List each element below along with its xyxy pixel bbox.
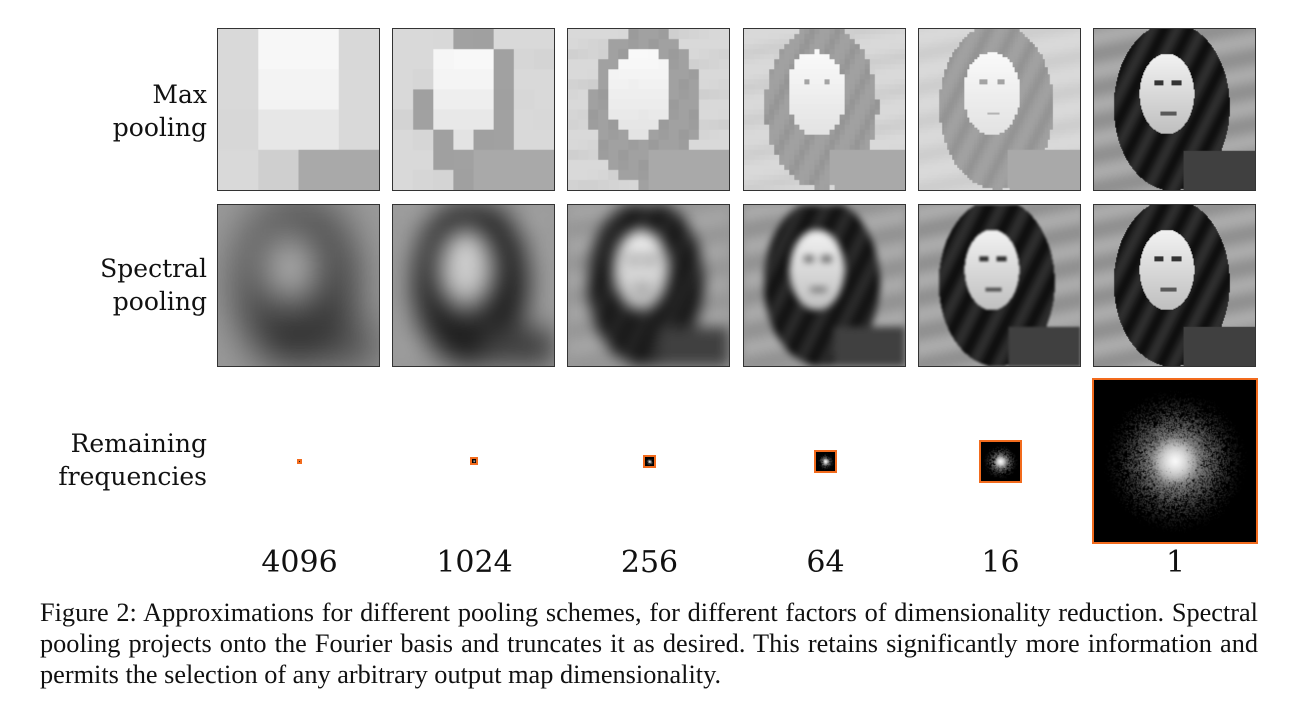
reduction-factor-label: 4096 <box>217 545 382 580</box>
label-line: frequencies <box>58 460 207 493</box>
remaining-frequencies-spectrum <box>814 450 837 473</box>
remaining-frequencies-spectrum <box>470 457 478 465</box>
label-line: Spectral <box>100 252 207 285</box>
row-label-remaining-frequencies: Remaining frequencies <box>58 427 207 493</box>
max-pooling-image <box>217 28 380 191</box>
remaining-frequencies-spectrum <box>643 455 656 468</box>
max-pooling-image <box>743 28 906 191</box>
caption: Figure 2: Approximations for different p… <box>40 597 1258 690</box>
spectral-pooling-image <box>217 204 380 367</box>
label-line: pooling <box>100 285 207 318</box>
spectral-pooling-image <box>1093 204 1256 367</box>
reduction-factor-label: 16 <box>918 545 1083 580</box>
remaining-frequencies-spectrum <box>297 459 302 464</box>
spectral-pooling-image <box>918 204 1081 367</box>
label-line: pooling <box>113 111 207 144</box>
label-line: Max <box>113 78 207 111</box>
max-pooling-image <box>567 28 730 191</box>
row-label-max-pooling: Max pooling <box>113 78 207 144</box>
reduction-factor-label: 256 <box>567 545 732 580</box>
reduction-factor-label: 1024 <box>392 545 557 580</box>
spectral-pooling-image <box>392 204 555 367</box>
max-pooling-image <box>392 28 555 191</box>
remaining-frequencies-spectrum <box>1092 378 1258 544</box>
remaining-frequencies-spectrum <box>979 440 1022 483</box>
label-line: Remaining <box>58 427 207 460</box>
max-pooling-image <box>1093 28 1256 191</box>
reduction-factor-label: 1 <box>1093 545 1258 580</box>
spectral-pooling-image <box>567 204 730 367</box>
row-label-spectral-pooling: Spectral pooling <box>100 252 207 318</box>
max-pooling-image <box>918 28 1081 191</box>
spectral-pooling-image <box>743 204 906 367</box>
reduction-factor-label: 64 <box>743 545 908 580</box>
